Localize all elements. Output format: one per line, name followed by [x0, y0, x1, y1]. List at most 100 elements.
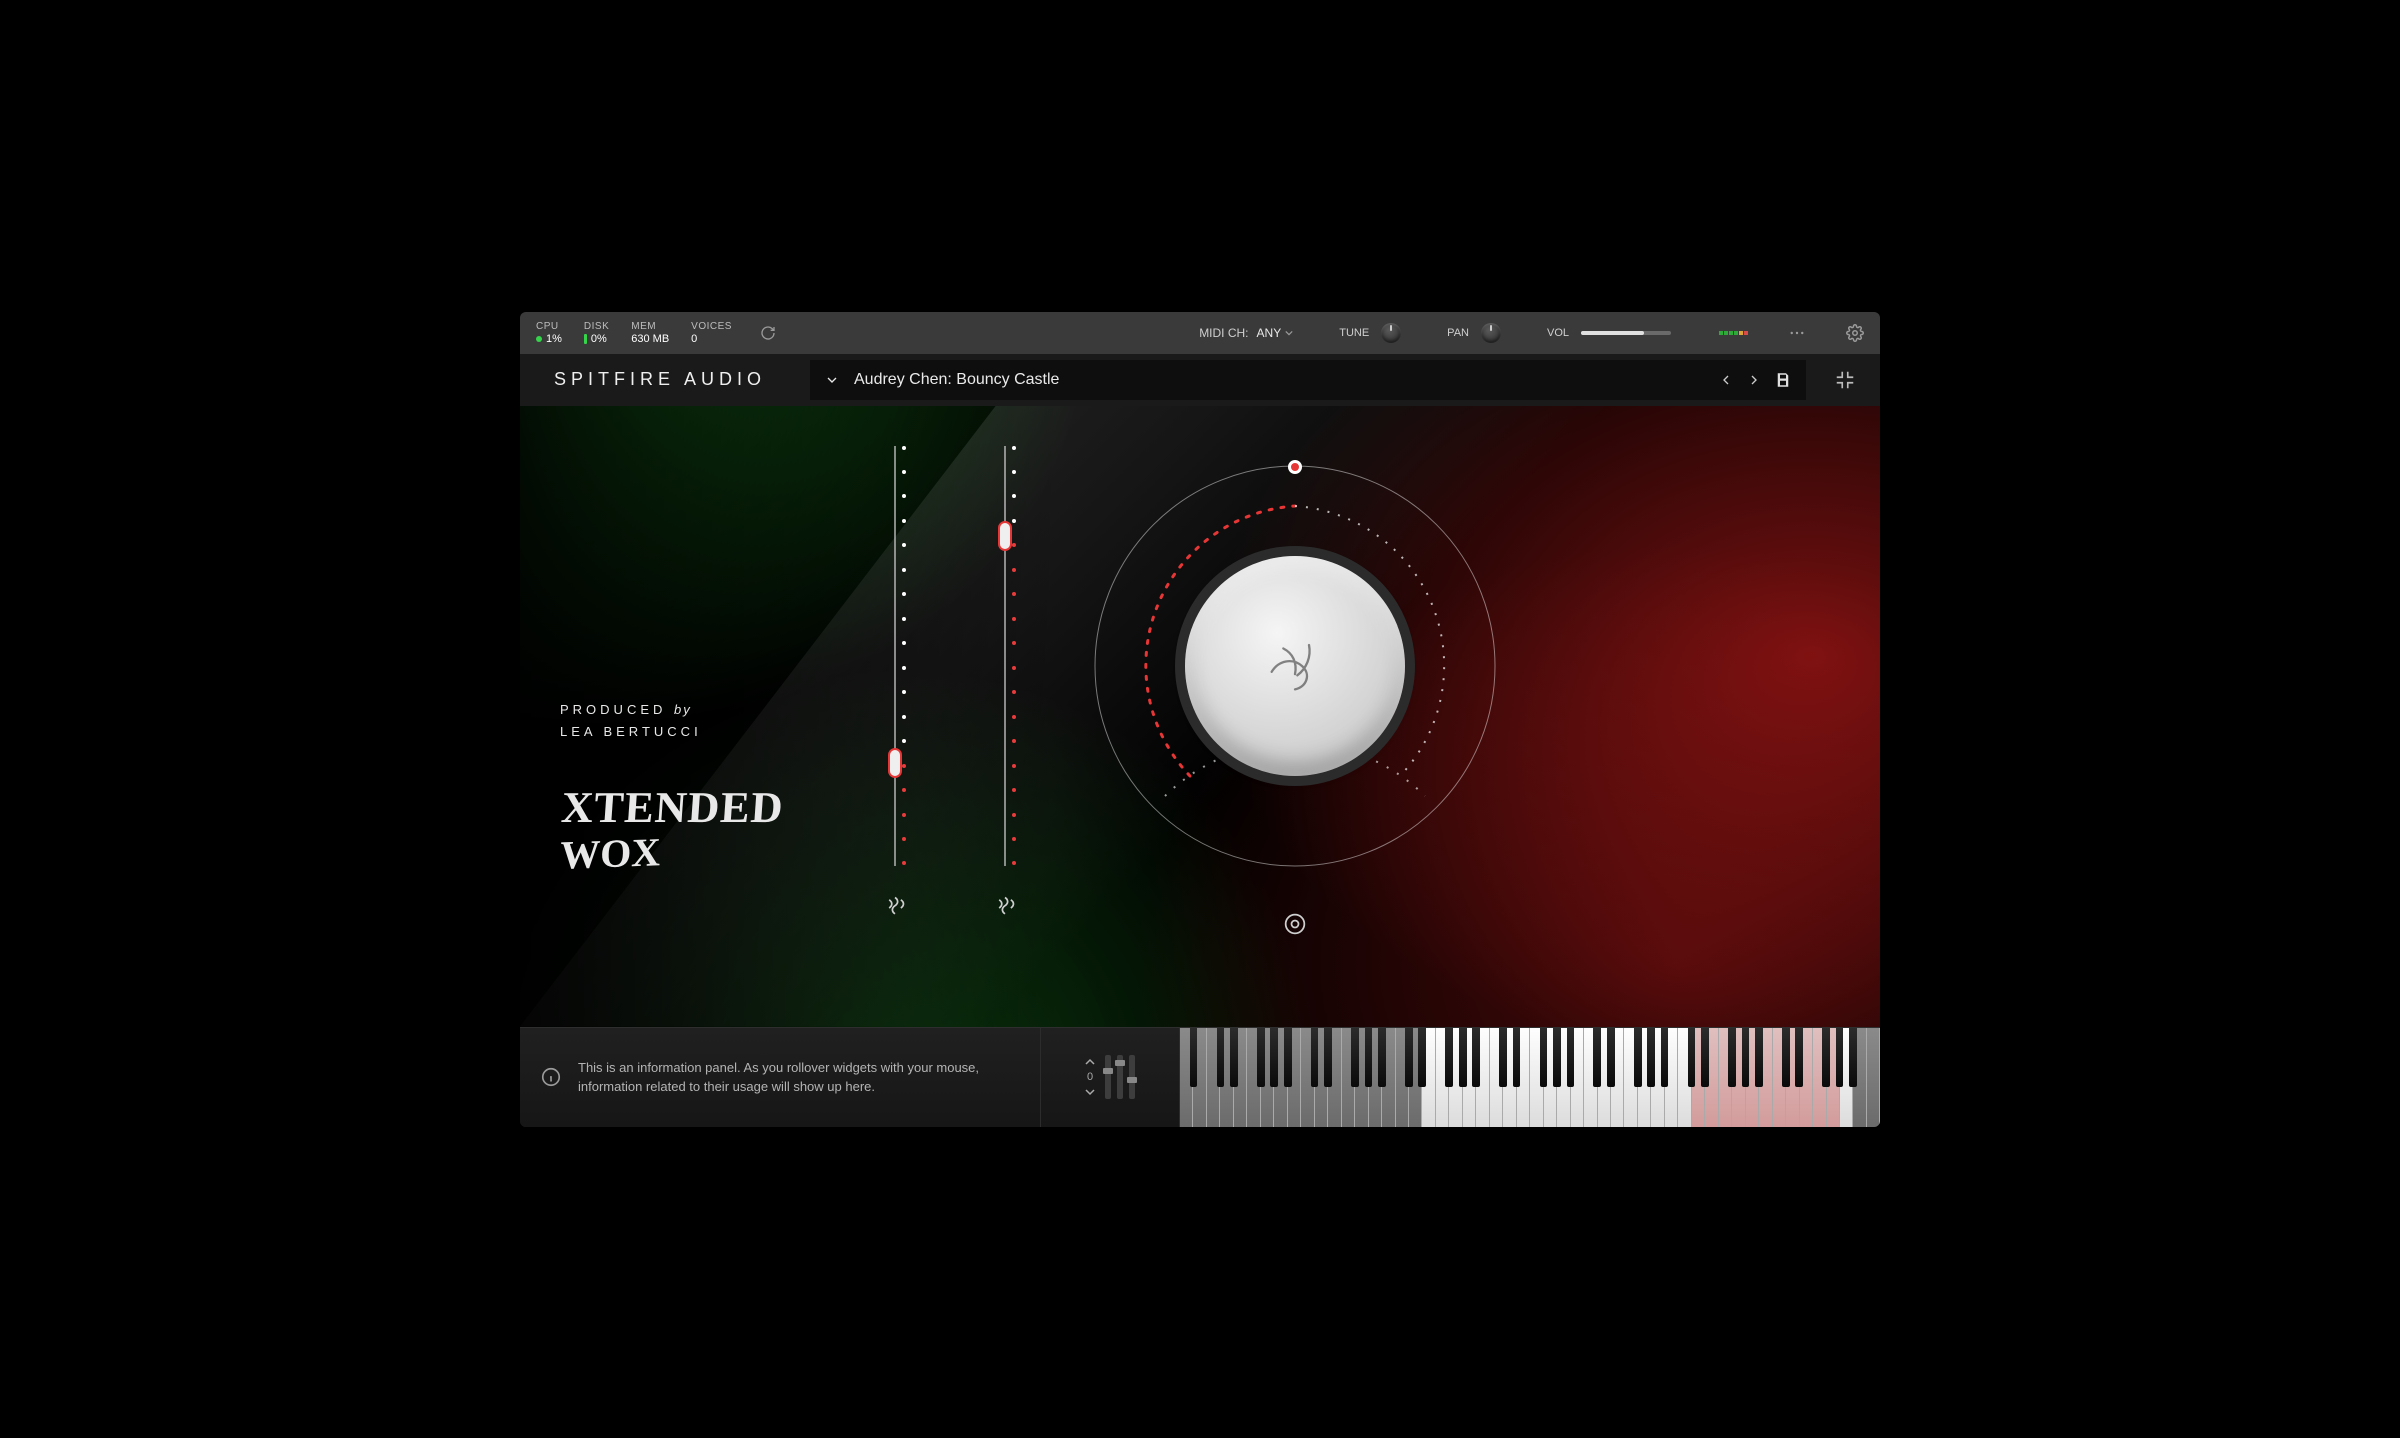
pan-control[interactable]: PAN [1447, 323, 1501, 343]
piano-black-key[interactable] [1822, 1028, 1830, 1087]
piano-black-key[interactable] [1647, 1028, 1655, 1087]
mem-stat: MEM 630 MB [631, 321, 669, 345]
piano-black-key[interactable] [1593, 1028, 1601, 1087]
tune-knob[interactable] [1381, 323, 1401, 343]
piano-black-key[interactable] [1661, 1028, 1669, 1087]
keyboard[interactable] [1180, 1028, 1880, 1127]
mini-slider[interactable] [1105, 1055, 1111, 1099]
piano-black-key[interactable] [1540, 1028, 1548, 1087]
piano-black-key[interactable] [1472, 1028, 1480, 1087]
piano-black-key[interactable] [1849, 1028, 1857, 1087]
tune-label: TUNE [1339, 327, 1369, 339]
preset-selector[interactable]: Audrey Chen: Bouncy Castle [810, 360, 1806, 400]
main-stage: PRODUCED by LEA BERTUCCI XTENDED WOX [520, 406, 1880, 1027]
info-text: This is an information panel. As you rol… [578, 1058, 1020, 1097]
system-topbar: CPU 1% DISK 0% MEM 630 MB VOICES 0 MIDI … [520, 312, 1880, 354]
pitch-mod-sliders[interactable] [1105, 1055, 1135, 1099]
chevron-down-icon [1285, 329, 1293, 337]
swirl-icon [881, 894, 909, 922]
disk-bar-icon [584, 334, 587, 344]
piano-black-key[interactable] [1836, 1028, 1844, 1087]
piano-black-key[interactable] [1688, 1028, 1696, 1087]
piano-black-key[interactable] [1230, 1028, 1238, 1087]
knob-marker-icon [1288, 460, 1302, 474]
piano-black-key[interactable] [1257, 1028, 1265, 1087]
piano-black-key[interactable] [1513, 1028, 1521, 1087]
preset-prev-icon[interactable] [1718, 372, 1734, 388]
plugin-window: CPU 1% DISK 0% MEM 630 MB VOICES 0 MIDI … [520, 312, 1880, 1127]
footer-controls: 0 [1040, 1028, 1180, 1127]
knob-face[interactable] [1185, 556, 1405, 776]
piano-black-key[interactable] [1351, 1028, 1359, 1087]
produced-label: PRODUCED [560, 702, 666, 717]
volume-control[interactable]: VOL [1547, 327, 1671, 339]
product-line2: WOX [560, 829, 784, 875]
piano-black-key[interactable] [1742, 1028, 1750, 1087]
piano-black-key[interactable] [1365, 1028, 1373, 1087]
info-panel: This is an information panel. As you rol… [520, 1028, 1040, 1127]
piano-black-key[interactable] [1553, 1028, 1561, 1087]
disk-value: 0% [591, 333, 607, 345]
voices-value: 0 [691, 333, 697, 345]
pan-knob[interactable] [1481, 323, 1501, 343]
piano-black-key[interactable] [1405, 1028, 1413, 1087]
expression-sliders [850, 446, 1050, 987]
octave-shift[interactable]: 0 [1085, 1057, 1095, 1097]
piano-black-key[interactable] [1324, 1028, 1332, 1087]
piano-black-key[interactable] [1459, 1028, 1467, 1087]
status-dot-icon [536, 336, 542, 342]
footer: This is an information panel. As you rol… [520, 1027, 1880, 1127]
tune-control[interactable]: TUNE [1339, 323, 1401, 343]
collapse-view-icon[interactable] [1834, 369, 1856, 391]
piano-black-key[interactable] [1728, 1028, 1736, 1087]
chevron-down-icon [824, 372, 840, 388]
octave-value: 0 [1087, 1071, 1093, 1083]
save-icon[interactable] [1774, 371, 1792, 389]
piano-black-key[interactable] [1190, 1028, 1198, 1087]
chevron-down-icon[interactable] [1085, 1087, 1095, 1097]
main-knob[interactable] [1075, 446, 1515, 886]
piano-black-key[interactable] [1378, 1028, 1386, 1087]
more-menu-icon[interactable] [1788, 324, 1806, 342]
cpu-value: 1% [546, 333, 562, 345]
preset-next-icon[interactable] [1746, 372, 1762, 388]
pan-label: PAN [1447, 327, 1469, 339]
piano-black-key[interactable] [1634, 1028, 1642, 1087]
piano-black-key[interactable] [1782, 1028, 1790, 1087]
cpu-stat: CPU 1% [536, 321, 562, 345]
vol-label: VOL [1547, 327, 1569, 339]
piano-black-key[interactable] [1755, 1028, 1763, 1087]
cpu-label: CPU [536, 321, 559, 332]
piano-black-key[interactable] [1701, 1028, 1709, 1087]
target-icon[interactable] [1281, 910, 1309, 938]
piano-black-key[interactable] [1567, 1028, 1575, 1087]
piano-black-key[interactable] [1418, 1028, 1426, 1087]
midi-channel-select[interactable]: MIDI CH: ANY [1199, 326, 1293, 340]
piano-black-key[interactable] [1499, 1028, 1507, 1087]
swirl-icon [991, 894, 1019, 922]
preset-bar: SPITFIRE AUDIO Audrey Chen: Bouncy Castl… [520, 354, 1880, 406]
piano-black-key[interactable] [1217, 1028, 1225, 1087]
slider-2[interactable] [985, 446, 1025, 866]
piano-black-key[interactable] [1284, 1028, 1292, 1087]
produced-by: by [674, 702, 692, 717]
chevron-up-icon[interactable] [1085, 1057, 1095, 1067]
piano-black-key[interactable] [1311, 1028, 1319, 1087]
refresh-icon[interactable] [760, 325, 776, 341]
piano-black-key[interactable] [1270, 1028, 1278, 1087]
piano-black-key[interactable] [1795, 1028, 1803, 1087]
disk-label: DISK [584, 321, 609, 332]
producer-name: LEA BERTUCCI [560, 724, 702, 739]
piano-black-key[interactable] [1445, 1028, 1453, 1087]
settings-icon[interactable] [1846, 324, 1864, 342]
output-meter [1719, 331, 1748, 335]
scribble-icon [1260, 631, 1330, 701]
piano-white-key[interactable] [1867, 1028, 1880, 1127]
mini-slider[interactable] [1117, 1055, 1123, 1099]
piano-black-key[interactable] [1607, 1028, 1615, 1087]
volume-slider[interactable] [1581, 331, 1671, 335]
mini-slider[interactable] [1129, 1055, 1135, 1099]
midi-label: MIDI CH: [1199, 326, 1248, 340]
slider-1[interactable] [875, 446, 915, 866]
disk-stat: DISK 0% [584, 321, 609, 345]
